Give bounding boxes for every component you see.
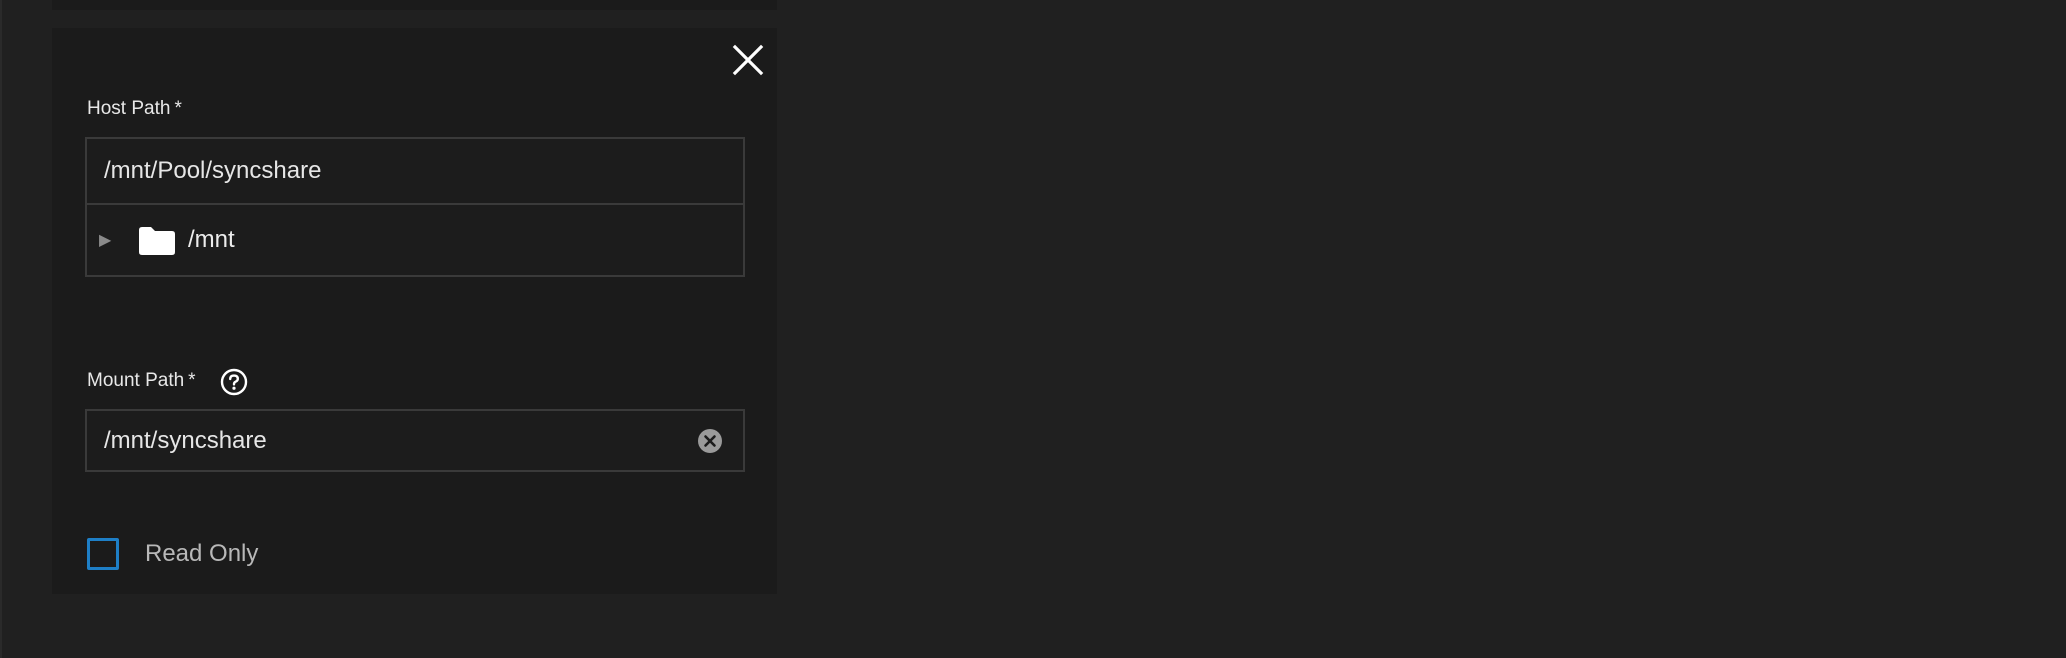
host-path-label-text: Host Path	[87, 98, 171, 119]
help-circle-icon[interactable]	[220, 368, 248, 396]
required-mark: *	[174, 98, 182, 119]
read-only-checkbox[interactable]	[87, 538, 119, 570]
triangle-right-icon[interactable]: ▶	[99, 230, 117, 250]
card-top-edge	[52, 0, 777, 10]
host-path-label: Host Path *	[87, 98, 182, 120]
read-only-label[interactable]: Read Only	[145, 540, 258, 568]
mount-path-label-text: Mount Path	[87, 370, 185, 391]
close-icon	[732, 44, 764, 76]
left-rail	[0, 0, 2, 658]
clear-circle-icon[interactable]	[697, 428, 723, 454]
folder-icon	[139, 227, 175, 255]
mount-path-label: Mount Path *	[87, 370, 196, 392]
tree-node-label: /mnt	[188, 226, 235, 253]
host-path-tree: ▶ /mnt	[85, 205, 745, 277]
mount-path-value: /mnt/syncshare	[104, 426, 267, 454]
close-button[interactable]	[728, 40, 768, 80]
mount-path-input[interactable]: /mnt/syncshare	[85, 409, 745, 472]
tree-node-mnt[interactable]: ▶ /mnt	[87, 205, 743, 275]
required-mark: *	[188, 370, 196, 391]
host-path-value: /mnt/Pool/syncshare	[104, 157, 322, 184]
host-path-input[interactable]: /mnt/Pool/syncshare	[85, 137, 745, 205]
page: Host Path * /mnt/Pool/syncshare ▶ /mnt Mo…	[0, 0, 2066, 658]
